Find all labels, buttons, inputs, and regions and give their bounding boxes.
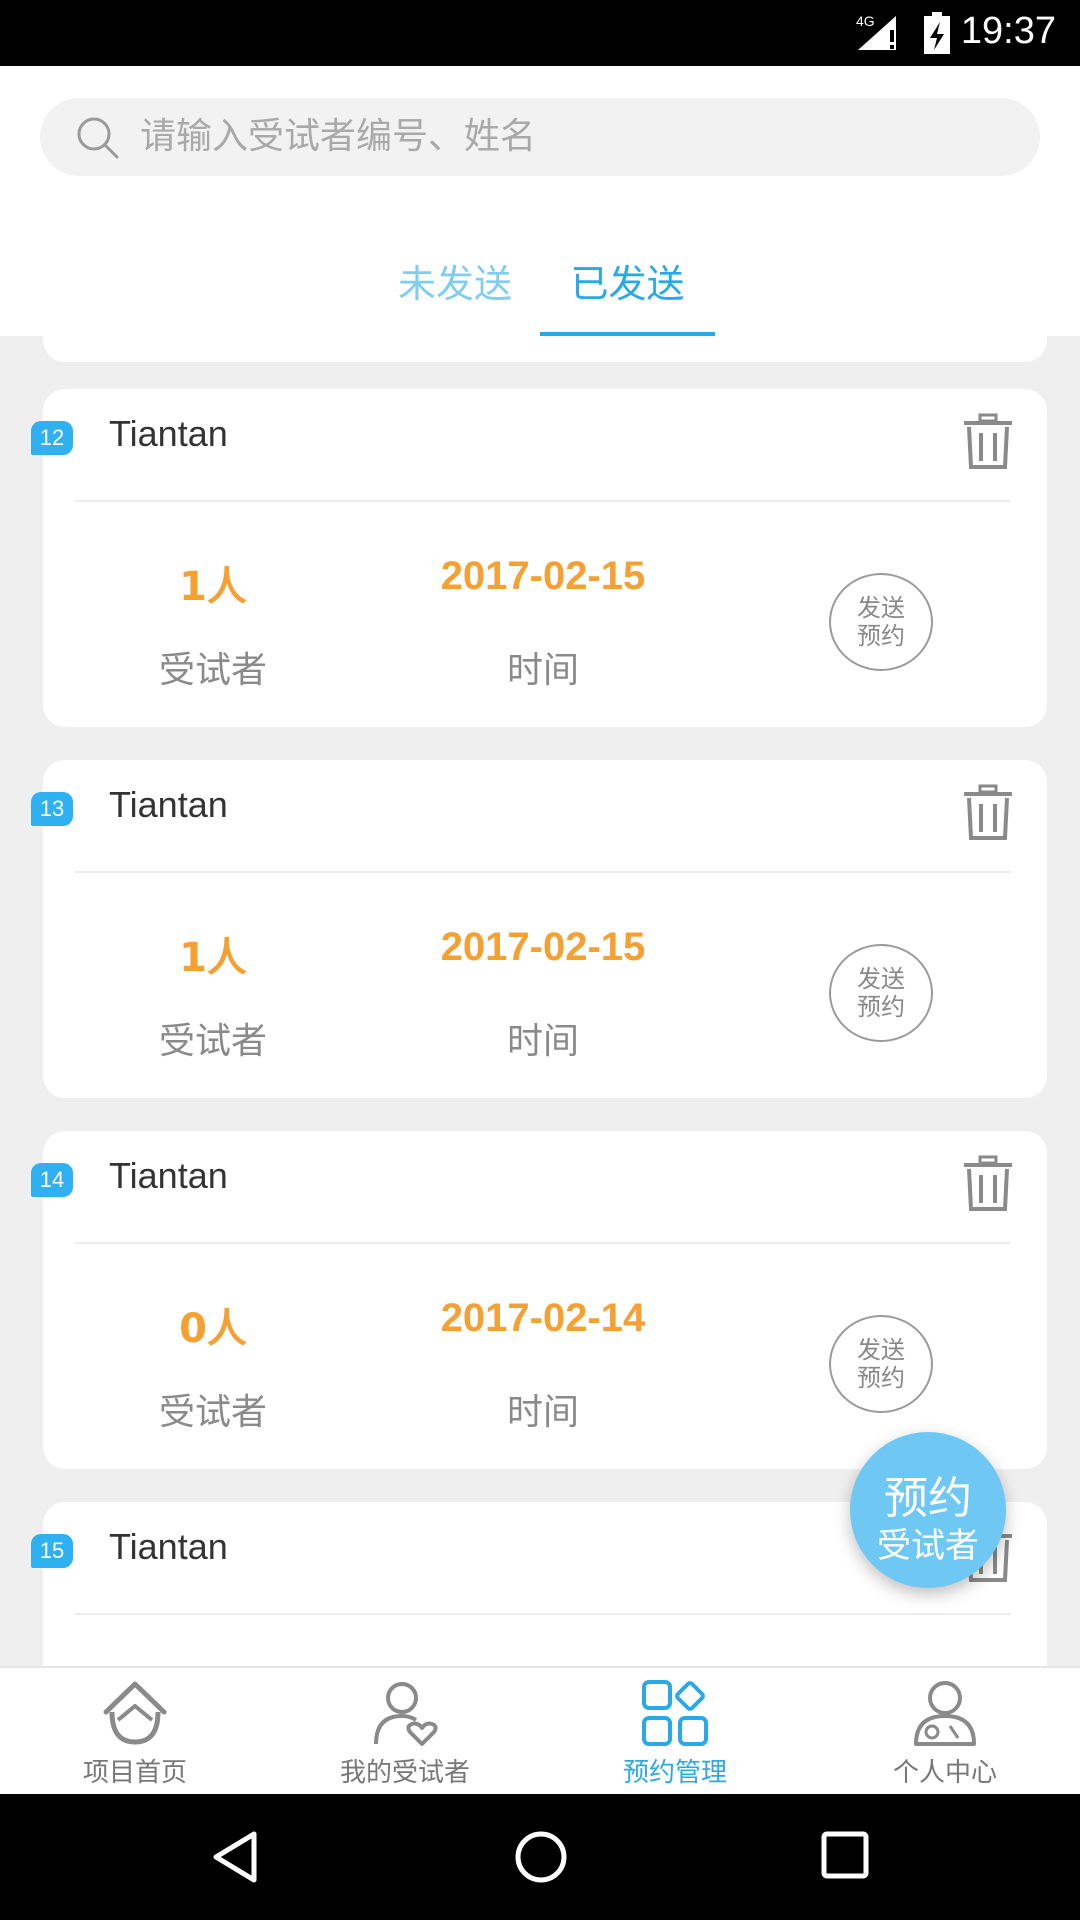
profile-icon <box>914 1681 976 1746</box>
trash-icon[interactable] <box>961 1155 1015 1213</box>
search-icon <box>77 117 119 159</box>
index-badge: 12 <box>31 421 73 455</box>
person-heart-icon <box>374 1682 438 1746</box>
list-item[interactable]: 13 Tiantan 1人 2017-02-15 受试者 时间 发送 预约 <box>31 760 1047 1098</box>
card-title: Tiantan <box>109 784 228 825</box>
status-bar: 4G 19:37 <box>0 0 1080 66</box>
card-title: Tiantan <box>109 1526 228 1567</box>
nav-my-subjects[interactable]: 我的受试者 <box>270 1668 540 1796</box>
divider <box>75 1613 1011 1615</box>
appointment-date: 2017-02-14 <box>440 1296 646 1340</box>
send-appointment-button[interactable]: 发送 预约 <box>829 1315 933 1413</box>
tab-sent[interactable]: 已发送 <box>540 236 715 332</box>
signal-icon: 4G <box>856 13 896 50</box>
send-label: 预约 <box>857 993 905 1021</box>
search-input[interactable]: 请输入受试者编号、姓名 <box>40 98 1040 176</box>
nav-profile[interactable]: 个人中心 <box>810 1668 1080 1796</box>
nav-appointments[interactable]: 预约管理 <box>540 1668 810 1796</box>
list-item[interactable]: 12 Tiantan 1人 2017-02-15 受试者 时间 发送 预约 <box>31 389 1047 727</box>
card-title: Tiantan <box>109 1155 228 1196</box>
recents-icon[interactable] <box>820 1830 870 1880</box>
nav-label: 我的受试者 <box>339 1758 470 1788</box>
send-appointment-button[interactable]: 发送 预约 <box>829 944 933 1042</box>
tab-unsent[interactable]: 未发送 <box>380 236 530 332</box>
system-nav-bar <box>0 1794 1080 1920</box>
status-time: 19:37 <box>960 10 1056 52</box>
subject-count: 1人 <box>179 935 247 981</box>
network-type: 4G <box>856 13 875 29</box>
grid-icon <box>642 1680 708 1746</box>
index-badge: 13 <box>31 792 73 826</box>
appointment-date: 2017-02-15 <box>440 925 646 969</box>
time-label: 时间 <box>506 650 579 691</box>
nav-label: 预约管理 <box>622 1758 727 1788</box>
trash-icon[interactable] <box>961 784 1015 842</box>
index-badge: 14 <box>31 1163 73 1197</box>
time-label: 时间 <box>506 1392 579 1433</box>
send-appointment-button[interactable]: 发送 预约 <box>829 573 933 671</box>
book-subject-fab[interactable]: 预约 受试者 <box>850 1432 1006 1588</box>
search-placeholder: 请输入受试者编号、姓名 <box>140 116 537 157</box>
list-item[interactable]: 14 Tiantan 0人 2017-02-14 受试者 时间 发送 预约 <box>31 1131 1047 1469</box>
send-label: 预约 <box>857 1364 905 1392</box>
home-circle-icon[interactable] <box>514 1830 568 1884</box>
index-badge: 15 <box>31 1534 73 1568</box>
home-icon <box>103 1681 167 1745</box>
trash-icon[interactable] <box>961 413 1015 471</box>
bottom-nav: 项目首页 我的受试者 预约管理 个人中心 <box>0 1666 1080 1796</box>
list-item-partial <box>43 336 1047 362</box>
subject-count: 0人 <box>179 1306 247 1352</box>
tab-bar: 未发送 已发送 <box>0 236 1080 337</box>
divider <box>75 500 1011 502</box>
nav-label: 个人中心 <box>892 1758 997 1788</box>
subject-count: 1人 <box>179 564 247 610</box>
send-label: 发送 <box>857 594 905 622</box>
fab-label: 预约 <box>884 1473 972 1524</box>
nav-home[interactable]: 项目首页 <box>0 1668 270 1796</box>
divider <box>75 871 1011 873</box>
battery-icon <box>924 12 950 54</box>
divider <box>75 1242 1011 1244</box>
nav-label: 项目首页 <box>82 1758 187 1788</box>
appointment-date: 2017-02-15 <box>440 554 646 598</box>
header: 请输入受试者编号、姓名 未发送 已发送 <box>0 66 1080 337</box>
send-label: 发送 <box>857 965 905 993</box>
subject-label: 受试者 <box>158 650 267 691</box>
fab-label: 受试者 <box>877 1526 979 1566</box>
subject-label: 受试者 <box>158 1021 267 1062</box>
time-label: 时间 <box>506 1021 579 1062</box>
subject-label: 受试者 <box>158 1392 267 1433</box>
back-icon[interactable] <box>210 1830 260 1884</box>
card-title: Tiantan <box>109 413 228 454</box>
send-label: 发送 <box>857 1336 905 1364</box>
send-label: 预约 <box>857 622 905 650</box>
